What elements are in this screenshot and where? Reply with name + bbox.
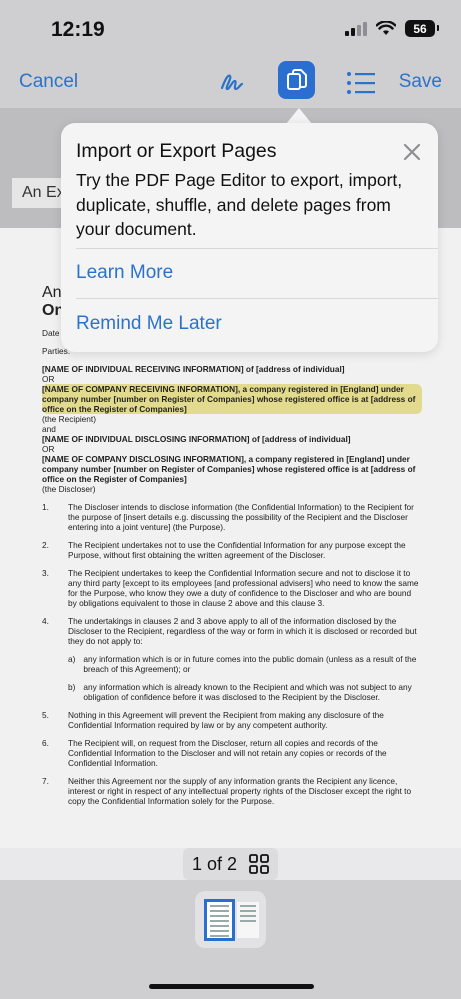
party-line: OR [42, 444, 55, 454]
clause: 4. The undertakings in clauses 2 and 3 ab… [42, 616, 417, 646]
markup-pen-icon[interactable] [219, 70, 245, 99]
popover-title: Import or Export Pages [76, 140, 277, 162]
popover-divider [76, 248, 438, 249]
status-time: 12:19 [51, 18, 105, 41]
party-line: [NAME OF COMPANY RECEIVING INFORMATION],… [42, 384, 422, 414]
page-indicator[interactable]: 1 of 2 [183, 848, 278, 880]
status-icons: 56 [345, 20, 439, 37]
party-line: [NAME OF INDIVIDUAL DISCLOSING INFORMATI… [42, 434, 351, 444]
battery-indicator: 56 [405, 20, 439, 37]
grid-view-icon[interactable] [249, 854, 269, 874]
import-export-popover: Import or Export Pages Try the PDF Page … [61, 123, 438, 352]
document-body: Date Parties: [NAME OF INDIVIDUAL RECEIV… [42, 328, 422, 814]
clause: 3. The Recipient undertakes to keep the C… [42, 568, 419, 608]
pages-icon [286, 69, 307, 90]
party-line: and [42, 424, 56, 434]
learn-more-button[interactable]: Learn More [76, 262, 173, 284]
party-line: OR [42, 374, 55, 384]
clause: 5. Nothing in this Agreement will prevent… [42, 710, 384, 730]
save-button[interactable]: Save [399, 71, 442, 93]
party-line: [NAME OF COMPANY DISCLOSING INFORMATION]… [42, 454, 416, 484]
close-icon[interactable] [402, 142, 422, 162]
subclause: b) any information which is already known… [68, 682, 412, 702]
cancel-button[interactable]: Cancel [19, 71, 78, 93]
page-thumbnail-1[interactable] [204, 899, 235, 941]
page-editor-button[interactable] [278, 61, 315, 99]
home-indicator [149, 984, 314, 989]
status-bar: 12:19 56 [0, 0, 461, 58]
popover-description: Try the PDF Page Editor to export, impor… [76, 170, 403, 239]
clause: 6. The Recipient will, on request from th… [42, 738, 387, 768]
subclause: a) any information which is or in future … [68, 654, 417, 674]
page-count-label: 1 of 2 [191, 853, 238, 874]
popover-arrow [286, 108, 312, 124]
clause: 2. The Recipient undertakes not to use th… [42, 540, 406, 560]
thumbnail-bar [0, 880, 461, 999]
list-icon[interactable] [346, 71, 376, 100]
remind-me-later-button[interactable]: Remind Me Later [76, 313, 222, 335]
party-line: (the Discloser) [42, 484, 96, 494]
party-line: (the Recipient) [42, 414, 96, 424]
toolbar: Cancel Save [0, 58, 461, 108]
page-thumbnail[interactable] [195, 891, 266, 948]
popover-divider [76, 298, 438, 299]
clause: 7. Neither this Agreement nor the supply … [42, 776, 412, 806]
party-line: [NAME OF INDIVIDUAL RECEIVING INFORMATIO… [42, 364, 345, 374]
cellular-signal-icon [345, 21, 367, 36]
clause: 1. The Discloser intends to disclose info… [42, 502, 414, 532]
page-thumbnail-2[interactable] [237, 902, 259, 938]
wifi-icon [376, 21, 396, 35]
